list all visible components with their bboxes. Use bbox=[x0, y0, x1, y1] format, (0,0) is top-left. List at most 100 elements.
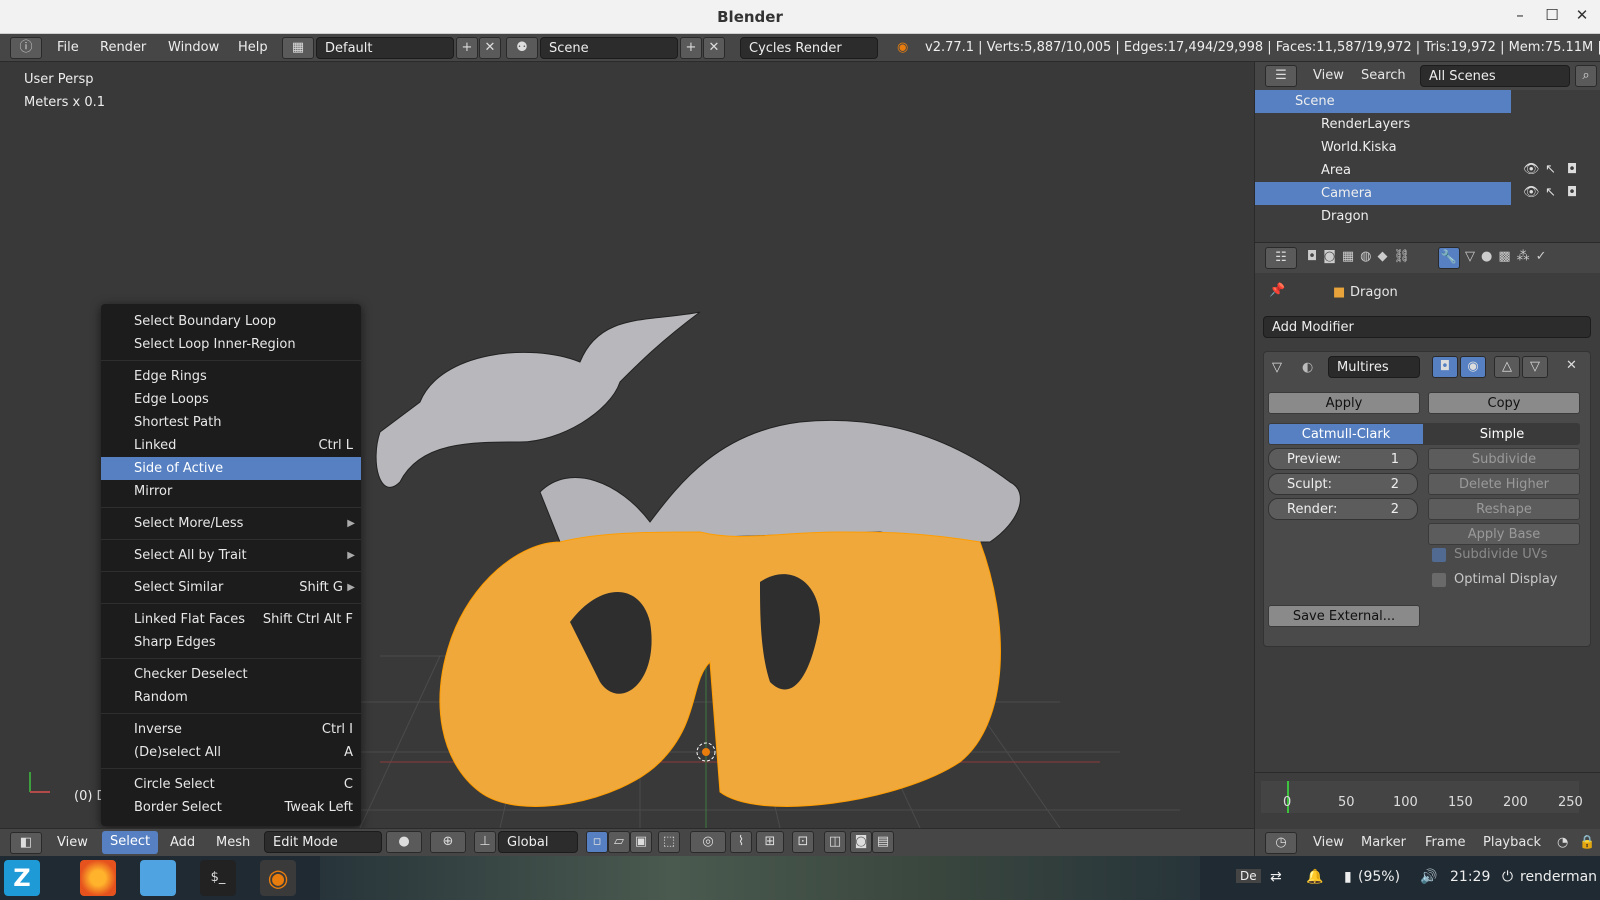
render-camera-icon[interactable]: ◘ bbox=[1567, 162, 1577, 177]
layout-remove-icon[interactable]: ✕ bbox=[479, 37, 501, 59]
select-menu-item[interactable]: Random bbox=[101, 686, 361, 709]
power-icon[interactable]: ⏻ bbox=[1502, 869, 1513, 885]
layout-add-icon[interactable]: + bbox=[456, 37, 478, 59]
outliner-row-dragon[interactable]: Dragon bbox=[1255, 205, 1587, 225]
subdivide-uvs-checkbox[interactable] bbox=[1432, 548, 1446, 562]
vertex-select-icon[interactable]: ▫ bbox=[586, 831, 608, 853]
battery-icon[interactable]: ▮ bbox=[1344, 869, 1352, 885]
scene-name-field[interactable]: Scene bbox=[540, 37, 678, 59]
select-menu-item[interactable]: Select Loop Inner-Region bbox=[101, 333, 361, 356]
transform-orientation-select[interactable]: Global bbox=[498, 831, 578, 853]
timeline-frame-menu[interactable]: Frame bbox=[1425, 835, 1466, 850]
select-menu-item[interactable]: Side of Active bbox=[101, 457, 361, 480]
add-modifier-select[interactable]: Add Modifier bbox=[1263, 316, 1591, 338]
menu-add[interactable]: Add bbox=[170, 835, 195, 850]
timeline[interactable]: 0 50 100 150 200 250 ◷ View Marker Frame Play… bbox=[1254, 772, 1600, 857]
clock[interactable]: 21:29 bbox=[1450, 869, 1490, 885]
keyboard-layout-indicator[interactable]: De bbox=[1236, 869, 1261, 883]
scene-browse-icon[interactable]: ⚉ bbox=[506, 37, 538, 59]
collapse-arrow-icon[interactable]: ▽ bbox=[1272, 360, 1282, 375]
visibility-eye-icon[interactable]: 👁 bbox=[1523, 185, 1540, 200]
preview-levels-field[interactable]: Preview: 1 bbox=[1268, 448, 1418, 470]
property-tabs-more-icons[interactable]: ▽●▩⁂✓ bbox=[1465, 249, 1553, 264]
outliner-search-icon[interactable]: ⌕ bbox=[1575, 65, 1597, 87]
select-menu-item[interactable]: (De)select All A bbox=[101, 741, 361, 764]
outliner-search-menu[interactable]: Search bbox=[1361, 68, 1406, 83]
catmull-clark-toggle[interactable]: Catmull-Clark bbox=[1268, 423, 1424, 445]
optimal-display-checkbox[interactable] bbox=[1432, 573, 1446, 587]
sculpt-levels-field[interactable]: Sculpt: 2 bbox=[1268, 473, 1418, 495]
simple-toggle[interactable]: Simple bbox=[1424, 423, 1580, 445]
render-preview-icon[interactable]: ◫ bbox=[824, 831, 846, 853]
editor-type-3d-icon[interactable]: ◧ bbox=[10, 832, 42, 854]
select-menu-item[interactable]: Sharp Edges bbox=[101, 631, 361, 654]
selectable-arrow-icon[interactable]: ↖ bbox=[1545, 185, 1556, 200]
minimize-button[interactable]: – bbox=[1510, 6, 1530, 24]
copy-button[interactable]: Copy bbox=[1428, 392, 1580, 414]
select-menu-item[interactable]: Checker Deselect bbox=[101, 663, 361, 686]
outliner-row-camera[interactable]: Camera bbox=[1255, 182, 1511, 205]
render-toggle-icon[interactable]: ◘ bbox=[1432, 356, 1458, 378]
reshape-button[interactable]: Reshape bbox=[1428, 498, 1580, 520]
select-menu-item[interactable]: Shortest Path bbox=[101, 411, 361, 434]
save-external-button[interactable]: Save External... bbox=[1268, 605, 1420, 627]
mode-select[interactable]: Edit Mode bbox=[264, 831, 382, 853]
proportional-edit-icon[interactable]: ◎ bbox=[690, 831, 726, 853]
timeline-view-menu[interactable]: View bbox=[1313, 835, 1344, 850]
face-select-icon[interactable]: ▣ bbox=[630, 831, 652, 853]
select-menu-item[interactable]: Edge Rings bbox=[101, 365, 361, 388]
selectable-arrow-icon[interactable]: ↖ bbox=[1545, 162, 1556, 177]
network-icon[interactable]: ⇄ bbox=[1270, 869, 1282, 885]
visibility-eye-icon[interactable]: 👁 bbox=[1523, 162, 1540, 177]
snap-toggle-icon[interactable]: ⌇ bbox=[730, 831, 752, 853]
outliner-row-scene[interactable]: Scene bbox=[1255, 90, 1511, 113]
select-menu-item[interactable]: Linked Flat Faces Shift Ctrl Alt F bbox=[101, 608, 361, 631]
select-menu-item[interactable]: Edge Loops bbox=[101, 388, 361, 411]
menu-help[interactable]: Help bbox=[238, 40, 268, 55]
outliner-row-world[interactable]: World.Kiska bbox=[1255, 136, 1587, 159]
layout-browse-icon[interactable]: ▦ bbox=[282, 37, 314, 59]
delete-higher-button[interactable]: Delete Higher bbox=[1428, 473, 1580, 495]
editor-type-properties-icon[interactable]: ☷ bbox=[1265, 247, 1297, 269]
timeline-track[interactable] bbox=[1261, 781, 1579, 813]
close-button[interactable]: ✕ bbox=[1572, 6, 1592, 24]
select-menu-item[interactable]: Mirror bbox=[101, 480, 361, 503]
modifier-name-field[interactable]: Multires bbox=[1328, 356, 1420, 378]
scene-remove-icon[interactable]: ✕ bbox=[703, 37, 725, 59]
menu-file[interactable]: File bbox=[57, 40, 79, 55]
property-tabs-icons[interactable]: ◘◙▦◍◆⛓ bbox=[1307, 249, 1416, 264]
opengl-animation-icon[interactable]: ▤ bbox=[872, 831, 894, 853]
lock-icon[interactable]: 🔒 bbox=[1579, 835, 1595, 850]
timeline-marker-menu[interactable]: Marker bbox=[1361, 835, 1406, 850]
outliner-display-select[interactable]: All Scenes bbox=[1420, 65, 1570, 87]
move-up-icon[interactable]: △ bbox=[1494, 356, 1520, 378]
layout-name-field[interactable]: Default bbox=[316, 37, 454, 59]
select-menu-item[interactable]: Circle Select C bbox=[101, 773, 361, 796]
select-menu-item[interactable]: Select Similar Shift G ▶ bbox=[101, 576, 361, 599]
occlude-geometry-icon[interactable]: ⬚ bbox=[658, 831, 680, 853]
edge-select-icon[interactable]: ▱ bbox=[608, 831, 630, 853]
notification-bell-icon[interactable]: 🔔 bbox=[1306, 869, 1323, 885]
outliner-view-menu[interactable]: View bbox=[1313, 68, 1344, 83]
move-down-icon[interactable]: ▽ bbox=[1522, 356, 1548, 378]
select-menu-item[interactable]: Linked Ctrl L bbox=[101, 434, 361, 457]
editor-type-info-icon[interactable]: ⓘ bbox=[10, 37, 42, 59]
menu-select[interactable]: Select bbox=[102, 831, 159, 854]
subdivide-button[interactable]: Subdivide bbox=[1428, 448, 1580, 470]
volume-icon[interactable]: 🔊 bbox=[1420, 869, 1437, 885]
opengl-render-icon[interactable]: ◙ bbox=[850, 831, 872, 853]
pin-icon[interactable]: 📌 bbox=[1269, 283, 1285, 298]
menu-mesh[interactable]: Mesh bbox=[216, 835, 250, 850]
scene-add-icon[interactable]: + bbox=[680, 37, 702, 59]
files-icon[interactable] bbox=[140, 860, 176, 896]
keying-icon[interactable]: ◔ bbox=[1557, 835, 1568, 850]
timeline-playback-menu[interactable]: Playback bbox=[1483, 835, 1541, 850]
select-menu-item[interactable]: Select More/Less ▶ bbox=[101, 512, 361, 535]
apply-base-button[interactable]: Apply Base bbox=[1428, 523, 1580, 545]
snap-target-icon[interactable]: ⊡ bbox=[792, 831, 814, 853]
select-menu-item[interactable]: Select All by Trait ▶ bbox=[101, 544, 361, 567]
editor-type-outliner-icon[interactable]: ☰ bbox=[1265, 65, 1297, 87]
blender-taskbar-icon[interactable]: ◉ bbox=[260, 860, 296, 896]
maximize-button[interactable]: ☐ bbox=[1542, 6, 1562, 24]
select-menu-item[interactable]: Select Boundary Loop bbox=[101, 310, 361, 333]
